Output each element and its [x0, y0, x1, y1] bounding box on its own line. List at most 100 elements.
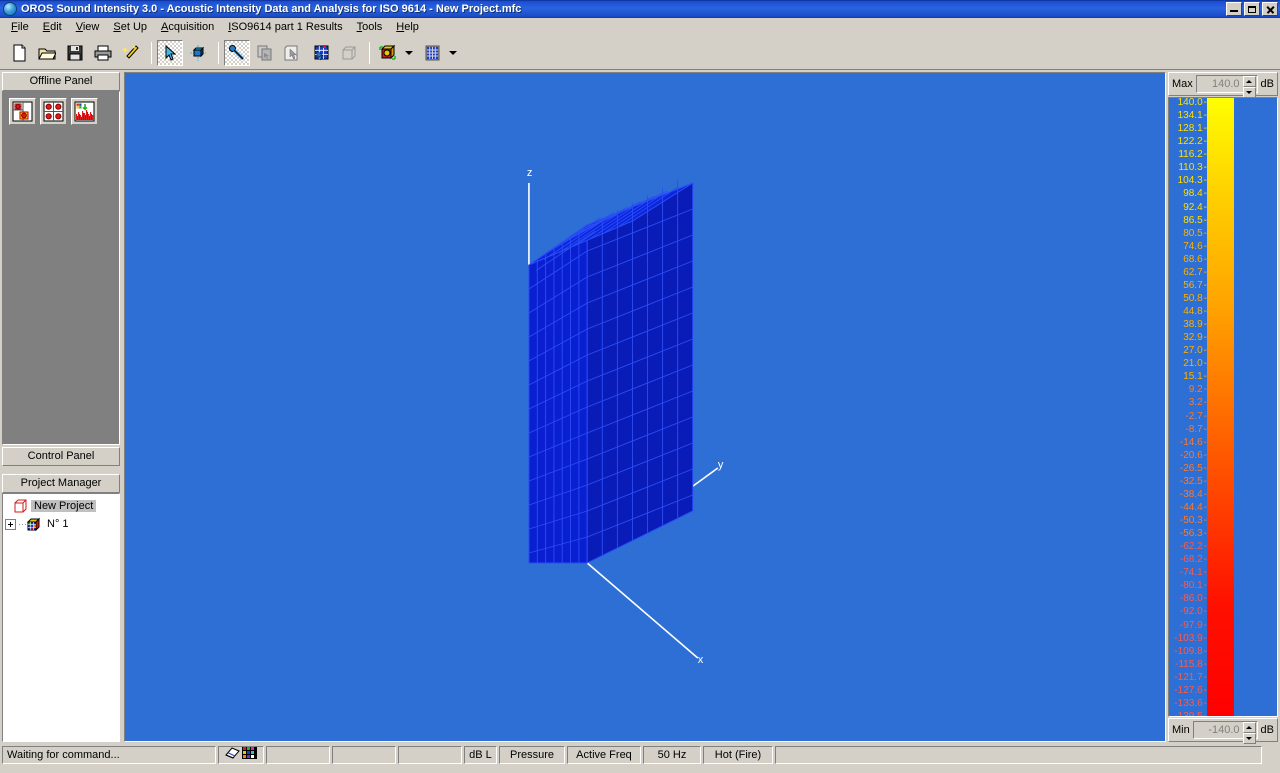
colorbar-tick-label: 104.3	[1178, 176, 1207, 186]
min-spinner[interactable]	[1242, 722, 1256, 744]
colorbar-tick-label: 74.6	[1183, 241, 1207, 252]
colorbar-tick-label: -97.9	[1180, 620, 1207, 631]
colorbar-tick-label: 62.7	[1183, 267, 1207, 278]
colorbar-tick-label: -74.1	[1180, 568, 1207, 578]
colorbar-tick-label: -109.8	[1174, 646, 1207, 657]
colorbar-tick-label: -14.6	[1180, 437, 1207, 448]
colorbar-tick-label: -44.4	[1180, 502, 1207, 513]
max-label: Max	[1172, 78, 1193, 90]
minimize-button[interactable]	[1226, 2, 1242, 16]
min-unit: dB	[1260, 724, 1274, 736]
restore-button[interactable]	[1244, 2, 1260, 16]
eraser-icon[interactable]	[225, 746, 240, 763]
palette-icon[interactable]	[242, 746, 257, 763]
offline-panel-body	[2, 91, 120, 445]
print-icon[interactable]	[90, 40, 116, 66]
left-panel: Offline Panel Control Panel Project Mana…	[0, 70, 122, 744]
max-input[interactable]: 140.0	[1195, 75, 1258, 98]
colorbar-tick-label: 92.4	[1183, 202, 1207, 213]
tree-expander-icon[interactable]	[5, 518, 16, 530]
colorbar-tick-label: -86.0	[1180, 594, 1207, 604]
colorbar-tick-label: 32.9	[1183, 333, 1207, 343]
status-blank-1	[266, 745, 330, 764]
tree-item-new-project[interactable]: New Project	[5, 497, 117, 515]
picker-wand-icon[interactable]	[224, 39, 250, 66]
save-disk-icon[interactable]	[62, 40, 88, 66]
colorbar-tick-label: 38.9	[1183, 320, 1207, 330]
colored-cube-dropdown-arrow-icon[interactable]	[403, 40, 415, 66]
min-control-row: Min -140.0 dB	[1168, 718, 1278, 744]
colorbar-tick-label: 3.2	[1189, 398, 1207, 408]
main-area: Offline Panel Control Panel Project Mana…	[0, 70, 1280, 744]
colorbar-scale[interactable]: 140.0 134.1 128.1 122.2 116.2 110.3 104.3 98.4 9…	[1168, 97, 1278, 717]
menu-help[interactable]: Help	[389, 19, 426, 35]
project-manager-header[interactable]: Project Manager	[2, 474, 120, 493]
offline-panel-header[interactable]: Offline Panel	[2, 72, 120, 91]
menu-edit[interactable]: Edit	[36, 19, 69, 35]
mesh-grid-dropdown-arrow-icon[interactable]	[447, 40, 459, 66]
colorbar-tick-label: -92.0	[1180, 607, 1207, 617]
3d-viewport[interactable]: z y x	[124, 72, 1166, 742]
quad-view-icon[interactable]	[40, 98, 67, 125]
max-spinner[interactable]	[1242, 76, 1256, 98]
min-spinner-down-icon[interactable]	[1242, 733, 1256, 744]
colorbar-tick-label: -26.5	[1180, 463, 1207, 474]
menu-file[interactable]: File	[4, 19, 36, 35]
control-panel-header[interactable]: Control Panel	[2, 447, 120, 466]
tree-label: New Project	[31, 500, 97, 512]
colorbar-tick-label: 86.5	[1183, 215, 1207, 226]
colorbar-panel: Max 140.0 dB 140.0 134.1 128.1 122.2 116.2 11…	[1166, 70, 1280, 744]
colorbar-tick-labels: 140.0 134.1 128.1 122.2 116.2 110.3 104.3 98.4 9…	[1169, 98, 1207, 716]
new-document-icon[interactable]	[6, 40, 32, 66]
colorbar-gradient	[1207, 98, 1234, 716]
toolbar-separator	[151, 41, 152, 64]
status-freq-mode: Active Freq	[567, 745, 641, 764]
menu-iso9614[interactable]: ISO9614 part 1 Results	[221, 19, 349, 35]
menu-acquisition[interactable]: Acquisition	[154, 19, 221, 35]
axis-label-y: y	[718, 459, 724, 471]
status-palette: Hot (Fire)	[703, 745, 773, 764]
colorbar-tick-label: 9.2	[1189, 385, 1207, 395]
wireframe-cube-icon	[13, 498, 29, 514]
colorbar-tick-label: 27.0	[1183, 346, 1207, 356]
grid-pick-icon[interactable]	[308, 40, 334, 66]
resize-grip[interactable]	[1264, 746, 1278, 764]
status-blank-2	[332, 745, 396, 764]
colorbar-tick-label: -8.7	[1185, 424, 1207, 435]
copy-surface-icon[interactable]	[252, 40, 278, 66]
colorbar-tick-label: -133.6	[1174, 698, 1207, 709]
close-button[interactable]	[1262, 2, 1278, 16]
tree-item-n1[interactable]: ··· N° 1	[5, 515, 117, 533]
page-select-icon[interactable]	[280, 40, 306, 66]
menu-setup[interactable]: Set Up	[106, 19, 154, 35]
min-spinner-up-icon[interactable]	[1242, 722, 1256, 733]
title-bar: OROS Sound Intensity 3.0 - Acoustic Inte…	[0, 0, 1280, 18]
menu-view[interactable]: View	[69, 19, 107, 35]
min-label: Min	[1172, 724, 1190, 736]
colorbar-tick-label: -62.2	[1180, 542, 1207, 552]
min-input[interactable]: -140.0	[1192, 721, 1258, 744]
project-tree[interactable]: New Project ··· N° 1	[2, 493, 120, 742]
globe-icon	[3, 2, 17, 16]
colorbar-tick-label: 128.1	[1178, 124, 1207, 134]
spectrum-chart-icon[interactable]	[71, 98, 98, 125]
min-value: -140.0	[1208, 724, 1240, 736]
colorbar-tick-label: -50.3	[1180, 516, 1207, 526]
open-folder-icon[interactable]	[34, 40, 60, 66]
colorbar-tick-label: 44.8	[1183, 307, 1207, 317]
mesh-grid-icon[interactable]	[419, 40, 445, 66]
rotate-3d-icon[interactable]	[185, 40, 211, 66]
colorbar-tick-label: -115.8	[1175, 659, 1207, 670]
toolbar-separator	[369, 41, 370, 64]
max-spinner-up-icon[interactable]	[1242, 76, 1256, 87]
single-view-icon[interactable]	[9, 98, 36, 125]
menu-tools[interactable]: Tools	[350, 19, 390, 35]
colored-cube-icon[interactable]	[375, 40, 401, 66]
magic-wand-icon[interactable]	[118, 40, 144, 66]
tree-label: N° 1	[47, 518, 69, 530]
select-arrow-icon[interactable]	[157, 39, 183, 66]
status-end	[775, 745, 1262, 764]
colorbar-tick-label: -56.3	[1180, 529, 1207, 539]
colorbar-tick-label: 116.2	[1178, 150, 1207, 160]
wireframe-cube-icon[interactable]	[336, 40, 362, 66]
